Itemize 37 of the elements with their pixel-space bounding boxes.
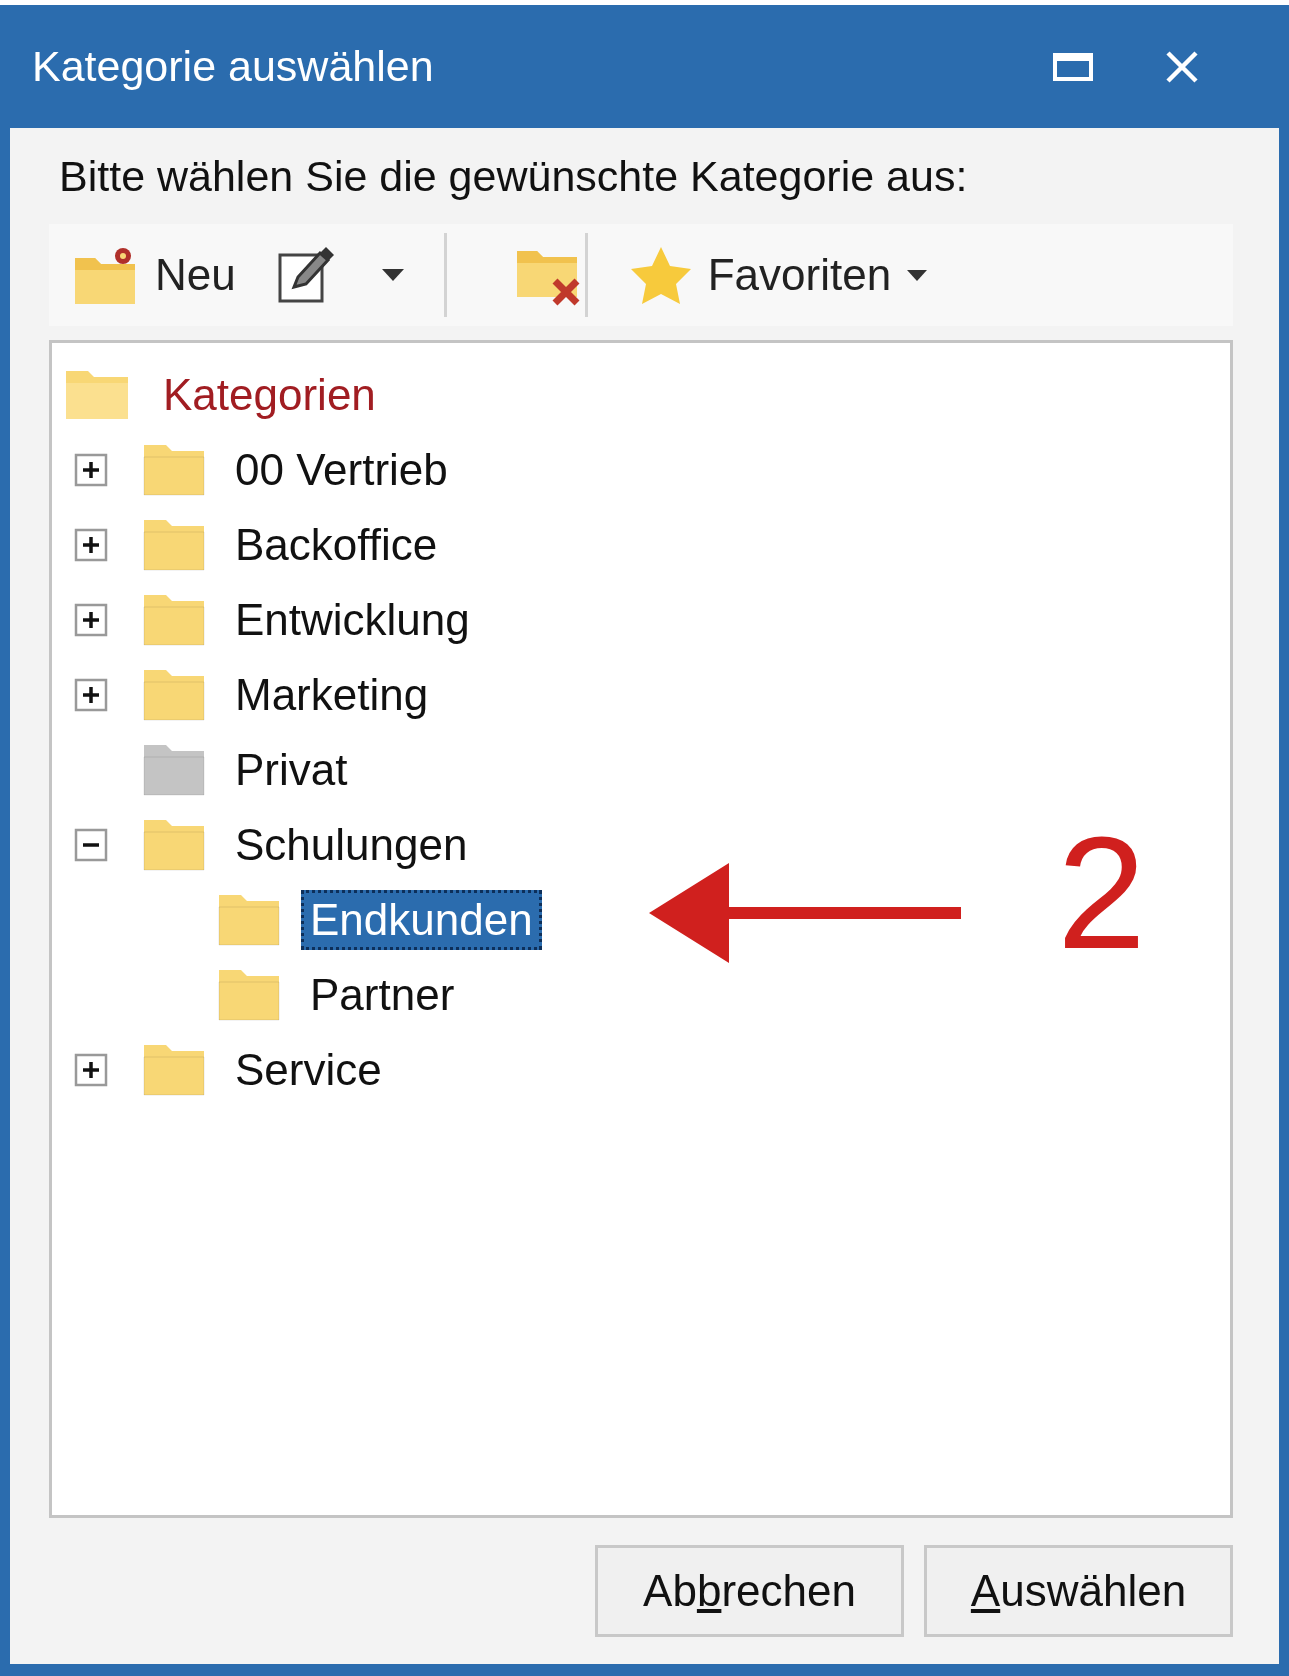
tree-item-label[interactable]: Marketing: [226, 664, 438, 725]
tree-item-label[interactable]: Service: [226, 1039, 391, 1100]
dropdown-caret-icon: [907, 269, 928, 281]
folder-icon: [217, 892, 281, 947]
expand-icon[interactable]: [74, 602, 108, 637]
tree-item-label[interactable]: Schulungen: [226, 814, 477, 875]
collapse-icon[interactable]: [74, 827, 108, 862]
select-button[interactable]: Auswählen: [924, 1545, 1233, 1637]
folder-icon: [142, 442, 206, 497]
folder-icon: [142, 592, 206, 647]
expand-icon[interactable]: [74, 452, 108, 487]
folder-icon: [142, 817, 206, 872]
folder-icon: [217, 967, 281, 1022]
folder-icon: [142, 517, 206, 572]
tree-item-label[interactable]: 00 Vertrieb: [226, 439, 457, 500]
folder-icon: [142, 667, 206, 722]
maximize-icon[interactable]: [1053, 51, 1093, 82]
window-title: Kategorie auswählen: [32, 42, 435, 91]
expand-icon[interactable]: [74, 527, 108, 562]
expand-icon[interactable]: [74, 1052, 108, 1087]
favorites-button[interactable]: Favoriten: [629, 245, 928, 305]
star-icon: [629, 245, 692, 305]
folder-icon: [142, 1042, 206, 1097]
tree-item-label[interactable]: Entwicklung: [226, 589, 479, 650]
new-button[interactable]: Neu: [73, 244, 236, 306]
instruction-text: Bitte wählen Sie die gewünschte Kategorie aus:: [59, 150, 969, 202]
private-folder-icon: [142, 742, 206, 797]
tree-item-label[interactable]: Privat: [226, 739, 357, 800]
close-icon[interactable]: [1165, 49, 1199, 84]
tree-item-label[interactable]: Partner: [301, 964, 464, 1025]
annotation-number: 2: [1057, 813, 1146, 973]
tree-root-label[interactable]: Kategorien: [154, 364, 385, 425]
tree-item-label[interactable]: Backoffice: [226, 514, 447, 575]
expand-icon[interactable]: [74, 677, 108, 712]
tree-item-label[interactable]: Endkunden: [301, 889, 542, 950]
dropdown-caret-icon[interactable]: [381, 269, 404, 281]
cancel-button[interactable]: Abbrechen: [595, 1545, 904, 1637]
